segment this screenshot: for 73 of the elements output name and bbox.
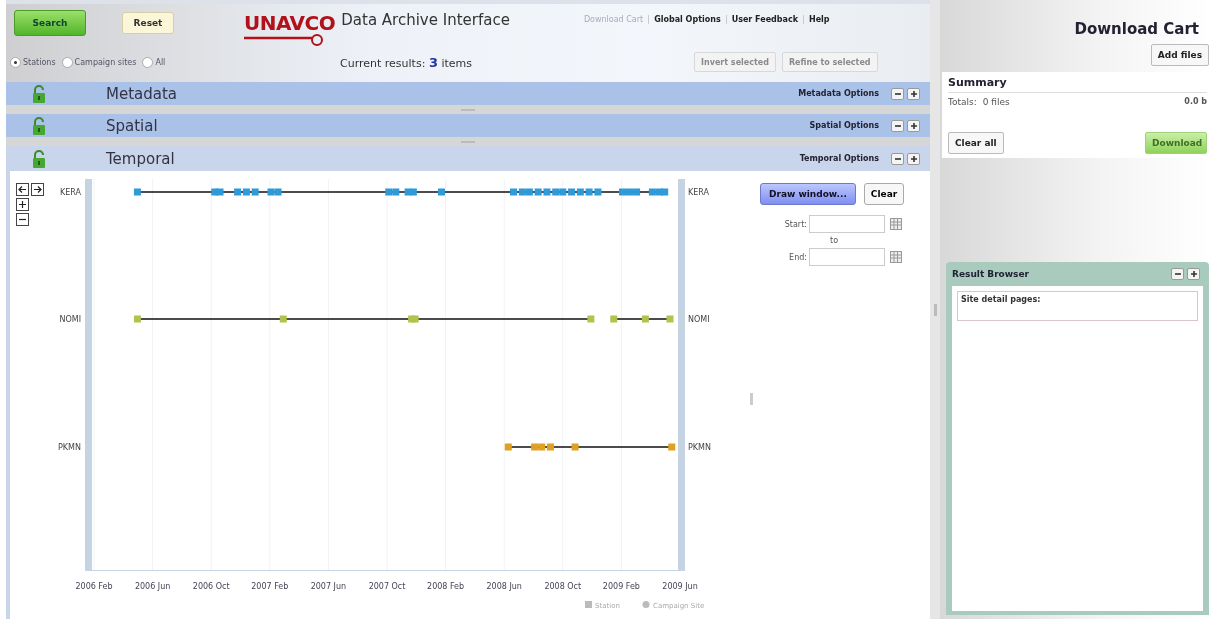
arrow-left-icon[interactable] — [16, 183, 29, 196]
expand-icon[interactable] — [907, 119, 920, 132]
station-label: KERA — [60, 188, 81, 197]
expand-icon[interactable] — [907, 87, 920, 100]
axis-tick-label: 2006 Oct — [192, 582, 230, 591]
nav-link[interactable]: Help — [809, 14, 830, 24]
axis-tick-label: 2007 Oct — [368, 582, 406, 591]
station-label: NOMI — [59, 315, 81, 324]
axis-tick-label: 2006 Feb — [75, 582, 113, 591]
to-label: to — [830, 236, 839, 245]
station-label: KERA — [688, 188, 709, 197]
results-count: Current results: 3 items — [340, 54, 473, 70]
panel-title: Metadata — [106, 84, 178, 103]
zoom-in-icon[interactable] — [16, 198, 29, 211]
start-label: Start: — [784, 219, 807, 229]
panel-options-label: Spatial Options — [809, 121, 879, 130]
search-button[interactable]: Search — [14, 10, 86, 36]
draw-window-button[interactable]: Draw window... — [760, 183, 856, 205]
reset-button[interactable]: Reset — [122, 12, 174, 34]
total-size: 0.0 b — [1184, 97, 1207, 107]
app-title: Data Archive Interface — [341, 11, 510, 29]
availability-bar[interactable] — [504, 443, 676, 451]
panel-options-label: Temporal Options — [799, 154, 879, 163]
zoom-out-icon[interactable] — [16, 213, 29, 226]
logo-wordmark: UNAVCO — [244, 11, 336, 35]
collapse-icon[interactable] — [1171, 268, 1184, 280]
expand-icon[interactable] — [1187, 268, 1200, 280]
expand-icon[interactable] — [907, 152, 920, 165]
totals-label: Totals: — [948, 97, 977, 107]
nav-link[interactable]: Global Options — [654, 14, 721, 24]
availability-bar[interactable] — [133, 315, 674, 323]
end-label: End: — [789, 252, 807, 262]
site-detail-label: Site detail pages: — [961, 295, 1041, 304]
panel-title: Result Browser — [952, 269, 1029, 279]
panel-title: Spatial — [106, 116, 158, 135]
axis-tick-label: 2006 Jun — [134, 582, 171, 591]
filter-radio[interactable]: Campaign sites — [61, 56, 137, 68]
filter-radio[interactable]: Stations — [10, 56, 56, 68]
key-underline-icon — [244, 33, 324, 47]
collapse-icon[interactable] — [891, 119, 904, 132]
collapse-icon[interactable] — [891, 152, 904, 165]
panel-header[interactable]: Temporal Temporal Options — [6, 146, 930, 171]
add-files-button[interactable]: Add files — [1150, 44, 1209, 66]
station-label: PKMN — [58, 443, 81, 452]
lock-icon — [32, 116, 46, 135]
availability-bar[interactable] — [133, 188, 669, 196]
axis-tick-label: 2009 Feb — [602, 582, 640, 591]
axis-tick-label: 2008 Feb — [427, 582, 465, 591]
summary-title: Summary — [948, 76, 1207, 93]
panel-header[interactable]: Spatial Spatial Options — [6, 114, 930, 137]
axis-tick-label: 2007 Jun — [310, 582, 347, 591]
axis-tick-label: 2007 Feb — [251, 582, 289, 591]
arrow-right-icon[interactable] — [31, 183, 44, 196]
axis-tick-label: 2008 Jun — [486, 582, 522, 591]
nav-link[interactable]: User Feedback — [731, 14, 798, 24]
collapse-icon[interactable] — [891, 87, 904, 100]
clear-button[interactable]: Clear — [863, 183, 905, 205]
lock-icon — [32, 84, 46, 103]
start-date-field[interactable] — [809, 215, 885, 233]
clear-all-button[interactable]: Clear all — [948, 132, 1004, 154]
axis-tick-label: 2008 Oct — [544, 582, 582, 591]
panel-title: Temporal — [106, 149, 175, 168]
panel-options-label: Metadata Options — [798, 89, 879, 98]
cart-title: Download Cart — [1074, 20, 1199, 38]
station-legend-icon — [585, 601, 592, 608]
panel-header[interactable]: Metadata Metadata Options — [6, 82, 930, 105]
file-count: 0 files — [982, 97, 1010, 107]
station-label: NOMI — [688, 315, 710, 324]
lock-icon — [32, 149, 46, 168]
end-date-field[interactable] — [809, 248, 885, 266]
campaign-legend-icon — [642, 601, 650, 608]
axis-tick-label: 2009 Jun — [662, 582, 698, 591]
station-label: PKMN — [688, 443, 711, 452]
